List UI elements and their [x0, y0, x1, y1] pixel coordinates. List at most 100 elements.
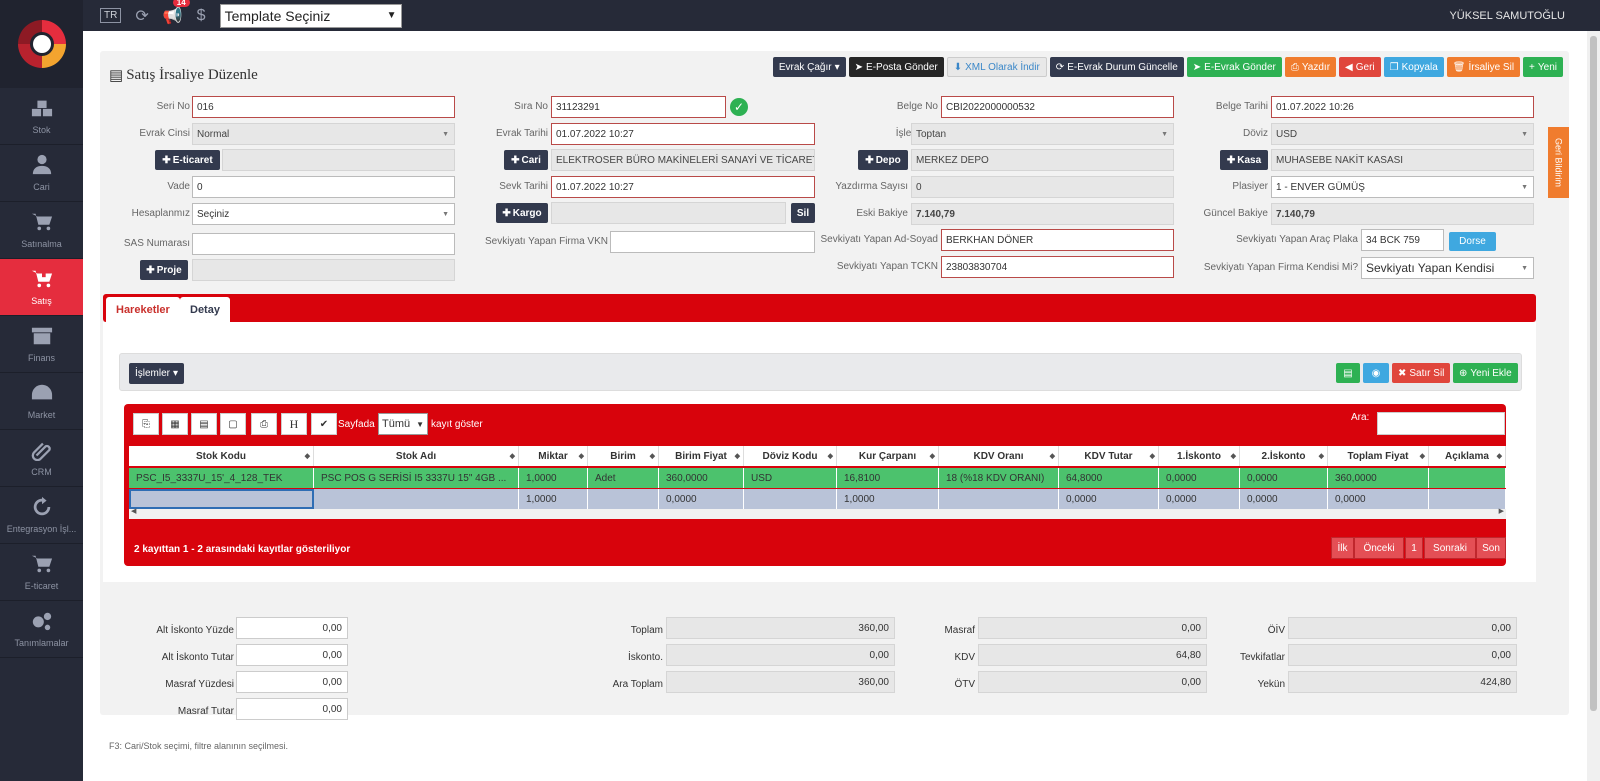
firma-vkn-field[interactable] — [610, 231, 815, 253]
grid-cell[interactable] — [588, 489, 659, 509]
nav-item-market[interactable]: Market — [0, 373, 83, 430]
page-length-select[interactable]: Tümü ▼ — [378, 413, 428, 435]
column-header[interactable]: Stok Adı ◆ — [314, 446, 519, 466]
adsoyad-field[interactable]: BERKHAN DÖNER — [941, 229, 1174, 251]
kendisi-select[interactable]: Sevkiyatı Yapan Kendisi — [1361, 257, 1534, 279]
grid-cell[interactable] — [129, 489, 314, 509]
column-header[interactable]: KDV Oranı ◆ — [939, 446, 1059, 466]
nav-item-satış[interactable]: Satış — [0, 259, 83, 316]
grid-cell[interactable] — [1429, 468, 1506, 488]
grid-cell[interactable]: Adet — [588, 468, 659, 488]
tab-detay[interactable]: Detay — [180, 297, 230, 322]
grid-cell[interactable]: 0,0000 — [659, 489, 744, 509]
kargo-sil-button[interactable]: Sil — [791, 203, 815, 223]
depo-button[interactable]: ✚ Depo — [858, 150, 908, 170]
grid-cell[interactable] — [1429, 489, 1506, 509]
megaphone-icon[interactable]: 📢 14 — [163, 0, 190, 26]
geri-button[interactable]: ◀ Geri — [1339, 57, 1381, 77]
grid-cell[interactable]: 0,0000 — [1059, 489, 1159, 509]
vade-field[interactable]: 0 — [192, 176, 455, 198]
csv-icon[interactable]: ▦ — [162, 413, 188, 435]
doviz-select[interactable]: USD — [1271, 123, 1534, 145]
grid-cell[interactable]: 1,0000 — [837, 489, 939, 509]
hesaplanmiz-select[interactable]: Seçiniz — [192, 203, 455, 225]
grid-cell[interactable]: 1,0000 — [519, 489, 588, 509]
e-evrak-gonder-button[interactable]: ➤ E-Evrak Gönder — [1186, 57, 1282, 77]
user-name[interactable]: YÜKSEL SAMUTOĞLU — [1449, 10, 1565, 22]
sas-field[interactable] — [192, 233, 455, 255]
grid-cell[interactable]: 0,0000 — [1328, 489, 1429, 509]
nav-item-cari[interactable]: Cari — [0, 145, 83, 202]
grid-cell[interactable]: PSC POS G SERİSİ I5 3337U 15" 4GB ... — [314, 468, 519, 488]
nav-item-crm[interactable]: CRM — [0, 430, 83, 487]
eticaret-button[interactable]: ✚ E-ticaret — [155, 150, 220, 170]
islemler-button[interactable]: İşlemler ▾ — [129, 363, 185, 384]
proje-button[interactable]: ✚ Proje — [140, 260, 188, 280]
grid-cell[interactable]: 18 (%18 KDV ORANI) — [939, 468, 1059, 488]
sevk-tarihi-field[interactable]: 01.07.2022 10:27 — [551, 176, 815, 198]
column-header[interactable]: Döviz Kodu ◆ — [744, 446, 837, 466]
dorse-button[interactable]: Dorse — [1449, 232, 1496, 251]
column-header[interactable]: KDV Tutar ◆ — [1059, 446, 1159, 466]
belge-tarihi-field[interactable]: 01.07.2022 10:26 — [1271, 96, 1534, 118]
column-header[interactable]: 1.İskonto ◆ — [1159, 446, 1240, 466]
grid-cell[interactable]: 0,0000 — [1159, 468, 1240, 488]
masraf-yuzdesi-field[interactable]: 0,00 — [236, 671, 348, 693]
grid-cell[interactable]: 360,0000 — [659, 468, 744, 488]
irsaliye-sil-button[interactable]: 🗑 İrsaliye Sil — [1446, 57, 1521, 77]
belge-no-field[interactable]: CBI2022000000532 — [941, 96, 1174, 118]
grid-cell[interactable]: 0,0000 — [1159, 489, 1240, 509]
pager-1[interactable]: 1 — [1405, 537, 1423, 559]
alt-iskonto-tutar-field[interactable]: 0,00 — [236, 644, 348, 666]
nav-item-entegrasyon-i-şl-[interactable]: Entegrasyon İşl... — [0, 487, 83, 544]
column-header[interactable]: Açıklama ◆ — [1429, 446, 1506, 466]
islem-tipi-select[interactable]: Toptan — [911, 123, 1174, 145]
grid-cell[interactable]: 0,0000 — [1240, 489, 1328, 509]
eposta-gonder-button[interactable]: ➤ E-Posta Gönder — [848, 57, 944, 77]
column-header[interactable]: 2.İskonto ◆ — [1240, 446, 1328, 466]
dollar-icon[interactable]: $ — [197, 7, 206, 25]
evrak-cinsi-select[interactable]: Normal — [192, 123, 455, 145]
grid-cell[interactable] — [314, 489, 519, 509]
check-icon[interactable]: ✔ — [311, 413, 337, 435]
grid-cell[interactable]: USD — [744, 468, 837, 488]
eye-icon[interactable]: ◉ — [1363, 363, 1389, 383]
pager-son[interactable]: Son — [1476, 537, 1506, 559]
pager-ilk[interactable]: İlk — [1331, 537, 1354, 559]
grid-cell[interactable]: 0,0000 — [1240, 468, 1328, 488]
excel-icon[interactable]: ▤ — [1336, 363, 1360, 383]
column-header[interactable]: Birim Fiyat ◆ — [659, 446, 744, 466]
column-header[interactable]: Toplam Fiyat ◆ — [1328, 446, 1429, 466]
geri-bildirim-button[interactable]: Geri Bildirim — [1548, 127, 1569, 198]
nav-item-tanımlamalar[interactable]: Tanımlamalar — [0, 601, 83, 658]
nav-item-e-ticaret[interactable]: E-ticaret — [0, 544, 83, 601]
evrak-tarihi-field[interactable]: 01.07.2022 10:27 — [551, 123, 815, 145]
refresh-icon[interactable]: ⟳ — [135, 6, 148, 26]
column-header[interactable]: Kur Çarpanı ◆ — [837, 446, 939, 466]
seri-no-field[interactable]: 016 — [192, 96, 455, 118]
xml-indir-button[interactable]: ⬇ XML Olarak İndir — [946, 57, 1047, 77]
grid-cell[interactable] — [744, 489, 837, 509]
yeni-button[interactable]: + Yeni — [1523, 57, 1563, 77]
horizontal-scrollbar[interactable]: ◀ ▶ — [129, 508, 1506, 519]
copy-icon[interactable]: ⎘ — [133, 413, 159, 435]
column-header[interactable]: Birim ◆ — [588, 446, 659, 466]
column-header[interactable]: Miktar ◆ — [519, 446, 588, 466]
pager-sonraki[interactable]: Sonraki — [1424, 537, 1476, 559]
nav-item-finans[interactable]: Finans — [0, 316, 83, 373]
template-select[interactable]: Template Seçiniz ▼ — [219, 3, 402, 28]
grid-cell[interactable]: 1,0000 — [519, 468, 588, 488]
tckn-field[interactable]: 23803830704 — [941, 256, 1174, 278]
sira-no-field[interactable]: 31123291 — [551, 96, 726, 118]
column-visibility-icon[interactable]: H — [281, 413, 307, 435]
satir-sil-button[interactable]: ✖ Satır Sil — [1392, 363, 1451, 383]
print-icon[interactable]: ⎙ — [251, 413, 277, 435]
pdf-icon[interactable]: ▢ — [220, 413, 246, 435]
plaka-field[interactable]: 34 BCK 759 — [1361, 229, 1444, 251]
language-selector[interactable]: TR — [100, 8, 122, 23]
grid-cell[interactable]: 360,0000 — [1328, 468, 1429, 488]
search-input[interactable] — [1377, 412, 1505, 435]
grid-cell[interactable]: 16,8100 — [837, 468, 939, 488]
pager-önceki[interactable]: Önceki — [1354, 537, 1404, 559]
alt-iskonto-yuzde-field[interactable]: 0,00 — [236, 617, 348, 639]
